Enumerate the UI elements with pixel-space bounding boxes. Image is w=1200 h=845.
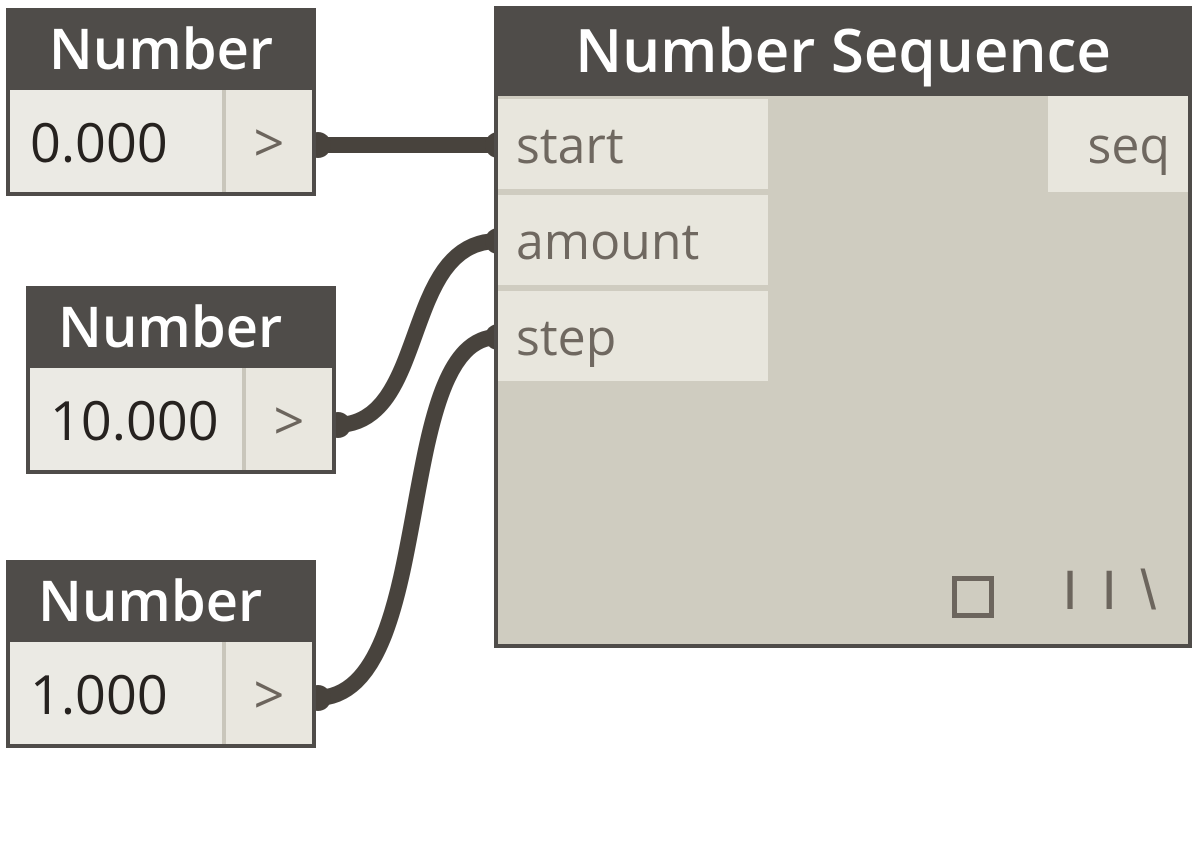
number-output-port[interactable]: > xyxy=(246,368,332,470)
number-node-1[interactable]: Number 0.000 > xyxy=(6,8,316,196)
stop-icon[interactable] xyxy=(952,576,994,618)
number-output-port[interactable]: > xyxy=(226,642,312,744)
number-value-input[interactable]: 0.000 xyxy=(10,90,226,192)
node-title: Number xyxy=(10,12,312,90)
input-port-start[interactable]: start xyxy=(498,96,768,192)
number-value-input[interactable]: 1.000 xyxy=(10,642,226,744)
input-port-amount[interactable]: amount xyxy=(498,192,768,288)
number-node-3[interactable]: Number 1.000 > xyxy=(6,560,316,748)
tally-icon[interactable]: I I \ xyxy=(1062,562,1160,618)
number-sequence-node[interactable]: Number Sequence start amount step seq I … xyxy=(494,6,1192,648)
number-value-input[interactable]: 10.000 xyxy=(30,368,246,470)
number-output-port[interactable]: > xyxy=(226,90,312,192)
node-title: Number xyxy=(30,290,332,368)
output-port-seq[interactable]: seq xyxy=(1048,96,1188,192)
number-node-2[interactable]: Number 10.000 > xyxy=(26,286,336,474)
input-port-step[interactable]: step xyxy=(498,288,768,384)
node-title: Number Sequence xyxy=(498,10,1188,96)
node-title: Number xyxy=(10,564,312,642)
